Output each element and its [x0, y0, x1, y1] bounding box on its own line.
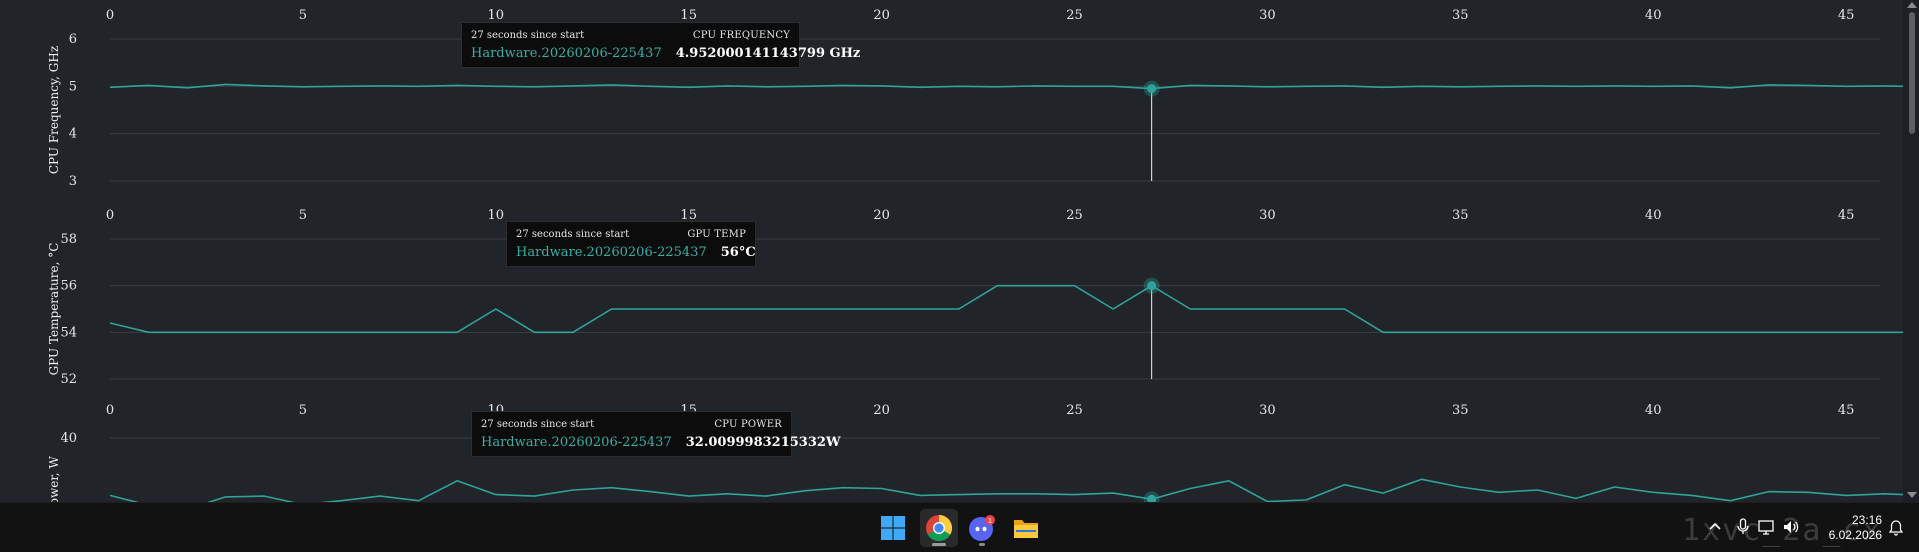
- x-tick-label: 10: [488, 208, 505, 223]
- y-tick-label: 6: [69, 32, 77, 47]
- tooltip-time: 27 seconds since start: [516, 229, 630, 240]
- x-tick-label: 5: [299, 403, 307, 418]
- x-tick-label: 20: [873, 208, 890, 223]
- tooltip-gpu-temp: 27 seconds since start GPU TEMP Hardware.…: [506, 221, 756, 267]
- x-tick-label: 25: [1066, 8, 1083, 23]
- discord-badge: 1: [988, 517, 992, 525]
- tooltip-metric: CPU FREQUENCY: [692, 30, 790, 41]
- x-tick-label: 30: [1259, 8, 1276, 23]
- x-tick-label: 30: [1259, 403, 1276, 418]
- x-tick-label: 10: [488, 8, 505, 23]
- x-tick-label: 0: [106, 403, 114, 418]
- clock[interactable]: 23:16 6.02.2026: [1812, 513, 1882, 543]
- x-tick-label: 40: [1645, 208, 1662, 223]
- x-tick-label: 45: [1838, 208, 1855, 223]
- y-tick-label: 54: [60, 325, 77, 340]
- start-button[interactable]: [874, 509, 912, 547]
- x-tick-label: 35: [1452, 403, 1469, 418]
- hover-marker[interactable]: [1147, 84, 1157, 94]
- microphone-icon[interactable]: [1736, 518, 1750, 536]
- y-tick-label: 40: [60, 431, 77, 446]
- windows-logo-icon: [881, 516, 905, 540]
- x-tick-label: 0: [106, 208, 114, 223]
- file-explorer-taskbar-button[interactable]: [1007, 509, 1045, 547]
- x-tick-label: 20: [873, 8, 890, 23]
- x-tick-label: 25: [1066, 403, 1083, 418]
- scroll-up-arrow-icon[interactable]: [1907, 2, 1917, 8]
- x-tick-label: 20: [873, 403, 890, 418]
- series-line[interactable]: [109, 284, 1903, 356]
- charts-panel: 0510152025303540455055606570758085906543…: [0, 0, 1919, 502]
- tooltip-value: 32.0099983215332W: [685, 435, 841, 450]
- folder-icon: [1014, 520, 1038, 538]
- tooltip-metric: CPU POWER: [714, 419, 782, 430]
- x-tick-label: 45: [1838, 403, 1855, 418]
- y-axis-label: CPU Frequency, GHz: [47, 46, 61, 174]
- y-axis-label: CPU Power, W: [47, 456, 61, 502]
- discord-icon: 1: [969, 515, 995, 541]
- series-line[interactable]: [109, 83, 1903, 150]
- volume-icon[interactable]: [1782, 518, 1800, 536]
- tooltip-series: Hardware.20260206-225437: [516, 245, 707, 260]
- vertical-scrollbar[interactable]: [1903, 0, 1919, 502]
- x-tick-label: 5: [299, 208, 307, 223]
- clock-time: 23:16: [1851, 513, 1882, 527]
- x-tick-label: 5: [299, 8, 307, 23]
- y-tick-label: 3: [69, 174, 77, 189]
- tooltip-time: 27 seconds since start: [481, 419, 595, 430]
- tooltip-value: 56°C: [720, 245, 756, 260]
- x-tick-label: 40: [1645, 403, 1662, 418]
- clock-date: 6.02.2026: [1828, 528, 1882, 542]
- x-tick-label: 45: [1838, 8, 1855, 23]
- x-tick-label: 0: [106, 8, 114, 23]
- network-icon[interactable]: [1758, 518, 1776, 536]
- taskbar: 1 1xvc_2a_cx 23:16 6.02.2026: [0, 502, 1919, 552]
- tooltip-time: 27 seconds since start: [471, 30, 585, 41]
- scrollbar-thumb[interactable]: [1909, 12, 1915, 134]
- hover-marker[interactable]: [1147, 281, 1157, 291]
- discord-taskbar-button[interactable]: 1: [963, 509, 1001, 547]
- x-tick-label: 35: [1452, 208, 1469, 223]
- notification-bell-icon[interactable]: [1888, 520, 1904, 536]
- x-tick-label: 25: [1066, 208, 1083, 223]
- tooltip-series: Hardware.20260206-225437: [481, 435, 672, 450]
- scroll-down-arrow-icon[interactable]: [1907, 492, 1917, 498]
- charts-svg[interactable]: 0510152025303540455055606570758085906543…: [0, 0, 1903, 502]
- x-tick-label: 40: [1645, 8, 1662, 23]
- tooltip-series: Hardware.20260206-225437: [471, 46, 662, 61]
- x-tick-label: 35: [1452, 8, 1469, 23]
- x-tick-label: 15: [680, 8, 697, 23]
- chrome-icon: [926, 514, 953, 542]
- x-tick-label: 30: [1259, 208, 1276, 223]
- y-tick-label: 4: [69, 127, 77, 142]
- tooltip-value: 4.952000141143799 GHz: [675, 46, 861, 61]
- chevron-up-icon[interactable]: [1708, 520, 1722, 534]
- y-tick-label: 52: [60, 372, 77, 387]
- series-line[interactable]: [109, 478, 1903, 502]
- y-tick-label: 58: [60, 232, 77, 247]
- tooltip-cpu-power: 27 seconds since start CPU POWER Hardware…: [471, 411, 841, 457]
- chrome-taskbar-button[interactable]: [920, 509, 958, 547]
- y-tick-label: 56: [60, 279, 77, 294]
- y-axis-label: GPU Temperature, °C: [47, 243, 61, 376]
- tooltip-metric: GPU TEMP: [687, 229, 746, 240]
- y-tick-label: 5: [69, 79, 77, 94]
- tooltip-cpu-frequency: 27 seconds since start CPU FREQUENCY Hard…: [461, 22, 860, 68]
